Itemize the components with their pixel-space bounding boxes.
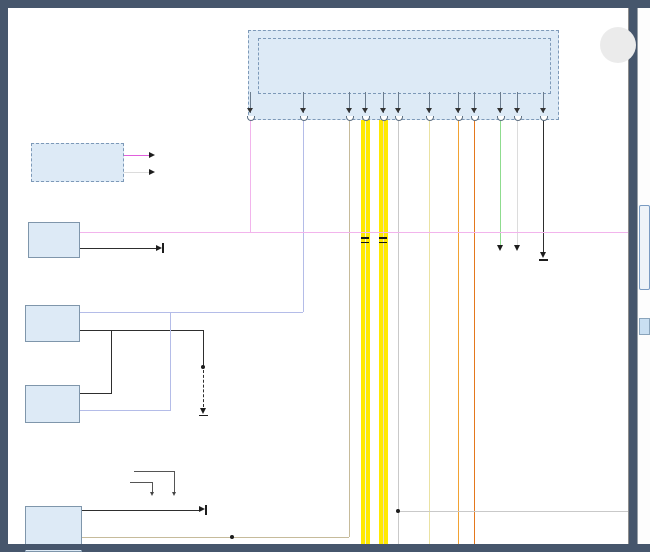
inline-connector-icon <box>379 237 387 239</box>
ground-icon <box>200 408 206 414</box>
pin-socket-icon <box>362 116 370 121</box>
ground-icon <box>539 259 548 261</box>
note-line <box>134 471 174 472</box>
ground-icon <box>540 252 546 258</box>
arrow-down-icon <box>150 492 154 496</box>
wire-dkblu-branch <box>170 312 171 410</box>
pin-socket-icon <box>300 116 308 121</box>
wire-wht-yel <box>429 118 430 550</box>
arrow-down-icon <box>426 108 432 113</box>
inline-connector-icon <box>361 242 369 244</box>
right-license-lamp-box <box>25 385 80 423</box>
wire-wht-dkblu <box>303 118 304 312</box>
wire-blk-dashed <box>203 370 204 407</box>
pin-socket-icon <box>540 116 548 121</box>
scrollbar-thumb[interactable] <box>639 205 650 290</box>
pin-socket-icon <box>471 116 479 121</box>
arrow-down-icon <box>247 108 253 113</box>
wire-wht-vio <box>250 118 251 232</box>
arrow-down-icon <box>514 108 520 113</box>
wire-wht <box>122 172 149 173</box>
wire-blk <box>78 393 112 394</box>
pin-socket-icon <box>395 116 403 121</box>
cluster-box <box>31 143 124 182</box>
wire-wht-tan-turn <box>383 118 384 550</box>
wire-blk <box>80 510 199 511</box>
chmsl-lamp-box <box>28 222 80 258</box>
wire-blk-to-splice <box>203 330 204 367</box>
pin-socket-icon <box>514 116 522 121</box>
window-top-edge <box>0 0 650 8</box>
wire-wht-brn <box>349 118 350 537</box>
adjacent-page-fragment <box>639 318 650 335</box>
wire-can-plus <box>500 118 501 248</box>
splice-sz924 <box>201 365 205 369</box>
arrow-down-icon <box>300 108 306 113</box>
window-left-edge <box>0 8 8 544</box>
inline-connector-icon <box>361 237 369 239</box>
wire-blk-horizontal <box>78 330 203 331</box>
wire-wht-gry-horizontal <box>398 511 628 512</box>
window-bottom-edge <box>0 544 650 550</box>
pin-socket-icon <box>497 116 505 121</box>
wire-wht-dkblu <box>78 410 171 411</box>
wire-wht-vio-horizontal <box>78 232 628 233</box>
wire-blk <box>78 248 156 249</box>
ground-icon <box>162 243 164 253</box>
arrow-right-icon <box>149 169 155 175</box>
wire-blk-branch <box>111 330 112 393</box>
wire-org-yel <box>458 118 460 550</box>
pin-socket-icon <box>346 116 354 121</box>
pin-socket-icon <box>247 116 255 121</box>
page-right-gap <box>629 8 637 544</box>
left-license-lamp-box <box>25 305 80 342</box>
ground-icon <box>205 505 207 515</box>
wire-can-minus <box>517 118 518 248</box>
arrow-down-icon <box>497 108 503 113</box>
splice-sl70 <box>396 509 400 513</box>
circuit-board-box <box>258 38 551 94</box>
arrow-down-icon <box>540 108 546 113</box>
arrow-down-icon <box>380 108 386 113</box>
splice-sl77 <box>230 535 234 539</box>
arrow-down-icon <box>172 492 176 496</box>
arrow-down-icon <box>514 245 520 251</box>
wire-wht-brn <box>80 537 349 538</box>
wire-wht-ltgrn-turn <box>365 118 366 550</box>
arrow-down-icon <box>497 245 503 251</box>
arrow-down-icon <box>395 108 401 113</box>
ground-icon <box>199 415 208 417</box>
wire-wht-gry <box>398 118 399 550</box>
arrow-down-icon <box>362 108 368 113</box>
arrow-down-icon <box>455 108 461 113</box>
wire-gnd-z934 <box>543 118 544 254</box>
arrow-down-icon <box>346 108 352 113</box>
wire-vio-wht <box>122 155 149 156</box>
note-line <box>130 482 152 483</box>
pin-socket-icon <box>455 116 463 121</box>
inline-connector-icon <box>379 242 387 244</box>
close-button[interactable] <box>600 27 636 63</box>
pin-socket-icon <box>426 116 434 121</box>
arrow-right-icon <box>149 152 155 158</box>
wire-wht-dkblu-horizontal <box>78 312 303 313</box>
wire-org-brn <box>474 118 476 550</box>
arrow-down-icon <box>471 108 477 113</box>
note-line <box>174 471 175 494</box>
pin-socket-icon <box>380 116 388 121</box>
